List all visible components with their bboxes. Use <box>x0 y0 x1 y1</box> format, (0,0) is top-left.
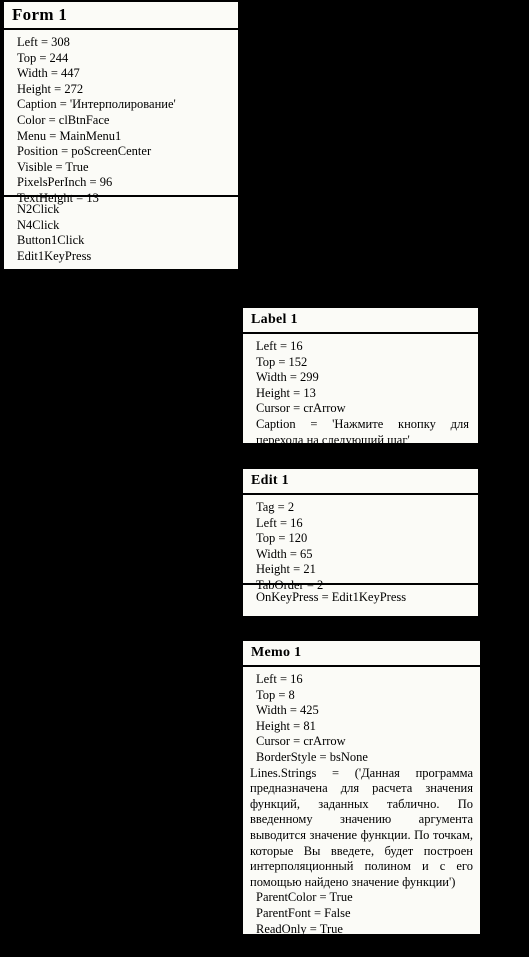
event-line[interactable]: Button1Click <box>11 233 231 249</box>
property-line: Height = 21 <box>256 562 316 577</box>
property-line: Caption = 'Интерполирование' <box>17 97 176 112</box>
event-line[interactable]: N2Click <box>11 202 231 218</box>
event-line[interactable]: Edit1KeyPress <box>11 249 231 265</box>
property-line: Height = 13 <box>256 385 316 400</box>
property-line: Width = 65 <box>256 546 313 561</box>
property-line: Visible = True <box>17 159 89 174</box>
property-line-lines-strings: Lines.Strings = ('Данная программа предн… <box>250 765 477 889</box>
component-box-label1[interactable]: Label 1 Left = 16 Top = 152 Width = 299 … <box>241 306 480 445</box>
property-line: Height = 272 <box>17 81 84 96</box>
property-line: Top = 8 <box>256 687 295 702</box>
component-title-form1: Form 1 <box>4 2 238 30</box>
properties-section-memo1: Left = 16 Top = 8 Width = 425 Height = 8… <box>243 667 480 936</box>
events-section-form1: N2Click N4Click Button1Click Edit1KeyPre… <box>4 195 238 268</box>
property-line: Menu = MainMenu1 <box>17 128 122 143</box>
event-line[interactable]: OnKeyPress = Edit1KeyPress <box>250 590 471 606</box>
property-line: Width = 447 <box>17 66 80 81</box>
property-line: Cursor = crArrow <box>256 734 346 749</box>
property-line: Color = clBtnFace <box>17 112 110 127</box>
property-line: PixelsPerInch = 96 <box>17 175 113 190</box>
property-line: Height = 81 <box>256 718 316 733</box>
property-line: Left = 16 <box>256 672 303 686</box>
property-line: Top = 120 <box>256 531 308 546</box>
component-title-memo1: Memo 1 <box>243 641 480 667</box>
component-title-edit1: Edit 1 <box>243 469 478 495</box>
properties-section-edit1: Tag = 2 Left = 16 Top = 120 Width = 65 H… <box>243 495 478 592</box>
property-line: Top = 152 <box>256 354 308 369</box>
property-line: Left = 308 <box>17 35 70 49</box>
property-line: ParentFont = False <box>256 905 351 920</box>
component-box-memo1[interactable]: Memo 1 Left = 16 Top = 8 Width = 425 Hei… <box>241 639 482 936</box>
property-line: BorderStyle = bsNone <box>256 749 368 764</box>
component-box-form1[interactable]: Form 1 Left = 308 Top = 244 Width = 447 … <box>2 0 240 271</box>
component-box-edit1[interactable]: Edit 1 Tag = 2 Left = 16 Top = 120 Width… <box>241 467 480 618</box>
properties-section-label1: Left = 16 Top = 152 Width = 299 Height =… <box>243 334 478 445</box>
property-line: Width = 299 <box>256 370 319 385</box>
property-line-caption: Caption = 'Нажмите кнопку для перехода н… <box>256 416 473 445</box>
property-line: Width = 425 <box>256 703 319 718</box>
property-line: ReadOnly = True <box>256 921 343 936</box>
event-line[interactable]: N4Click <box>11 218 231 234</box>
property-line: Cursor = crArrow <box>256 401 346 416</box>
component-title-label1: Label 1 <box>243 308 478 334</box>
property-line: Left = 16 <box>256 339 303 353</box>
properties-section-form1: Left = 308 Top = 244 Width = 447 Height … <box>4 30 238 205</box>
property-line: ParentColor = True <box>256 890 353 905</box>
property-line: Top = 244 <box>17 50 69 65</box>
property-line: Position = poScreenCenter <box>17 144 152 159</box>
property-line: Left = 16 <box>256 515 303 530</box>
property-line: Tag = 2 <box>256 500 295 514</box>
